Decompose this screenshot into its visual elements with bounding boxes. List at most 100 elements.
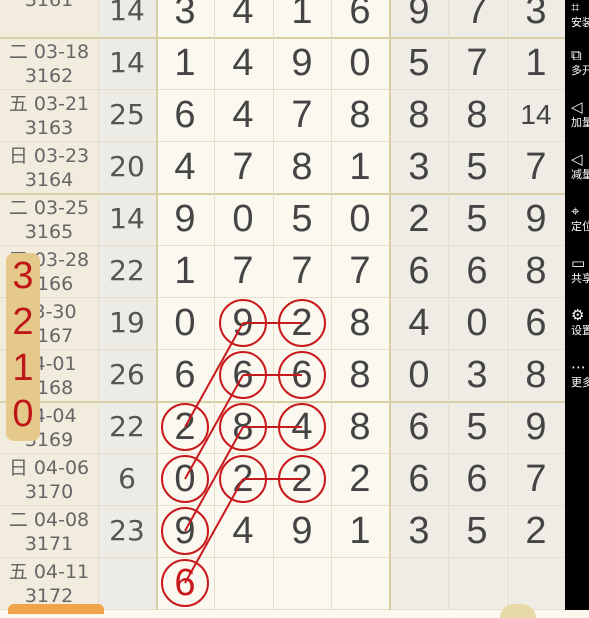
bottom-action-button[interactable]: [8, 604, 104, 614]
draw-sum: 14: [98, 193, 156, 245]
draw-digit: 0: [232, 198, 254, 240]
draw-issue: 3171: [24, 533, 74, 555]
draw-digit: 7: [291, 250, 313, 292]
draw-digit: 2: [291, 458, 313, 500]
draw-date-cell: 3161: [0, 0, 98, 37]
folder-icon: ▭: [571, 254, 586, 272]
stat-value: 2: [390, 193, 448, 245]
grid-row-line: [0, 505, 565, 506]
draw-sum: 26: [98, 349, 156, 401]
draw-digit: 7: [291, 94, 313, 136]
draw-date-cell: 日 03-23 3164: [0, 141, 98, 193]
draw-row[interactable]: 04-04 3169 22 2 8 4 8 6 5 9: [0, 401, 565, 453]
draw-sum: 6: [98, 453, 156, 505]
draw-issue: 3161: [24, 0, 74, 11]
draw-digit: [331, 557, 389, 609]
toolbar-item[interactable]: ◁ 减量: [571, 150, 589, 182]
draw-date: 日 03-23: [8, 145, 90, 167]
draw-row[interactable]: 二 03-25 3165 14 9 0 5 0 2 5 9: [0, 193, 565, 245]
grid-row-line: [0, 89, 565, 90]
draw-date-cell: 五 04-11 3172: [0, 557, 98, 609]
grid-row-line: [0, 401, 565, 403]
draw-digit: 0: [349, 198, 371, 240]
toolbar-item[interactable]: ⧉ 多开: [571, 46, 589, 78]
grid-col-line: [448, 0, 449, 610]
draw-row[interactable]: 日 04-06 3170 6 0 2 2 2 6 6 7: [0, 453, 565, 505]
draw-digit: 2: [291, 302, 313, 344]
draw-row[interactable]: 二 04-08 3171 23 9 4 9 1 3 5 2: [0, 505, 565, 557]
draw-row[interactable]: 04-01 3168 26 6 6 6 8 0 3 8: [0, 349, 565, 401]
bottom-round-button[interactable]: [500, 604, 536, 618]
draw-row[interactable]: 03-30 3167 19 0 9 2 8 4 0 6: [0, 297, 565, 349]
badge-digit: 1: [12, 347, 34, 389]
draw-digit: 9: [174, 510, 196, 552]
grid-row-line: [0, 193, 565, 195]
toolbar-item[interactable]: ⌖ 定位: [571, 202, 589, 234]
draw-digit: 2: [174, 406, 196, 448]
stat-value: 6: [507, 297, 565, 349]
volume-down-icon: ◁: [571, 150, 583, 168]
draw-sum: 14: [98, 37, 156, 89]
stat-value: 4: [390, 297, 448, 349]
draw-digit: 4: [174, 146, 196, 188]
draw-date-cell: 二 04-08 3171: [0, 505, 98, 557]
draw-digit: 0: [349, 42, 371, 84]
draw-digit: 1: [174, 42, 196, 84]
draw-digit: 6: [349, 0, 371, 32]
stat-value: 8: [448, 89, 506, 141]
draw-row[interactable]: 二 03-18 3162 14 1 4 9 0 5 7 1: [0, 37, 565, 89]
stat-value: 6: [390, 401, 448, 453]
stat-value: 6: [448, 453, 506, 505]
draw-row[interactable]: 五 03-28 3166 22 1 7 7 7 6 6 8: [0, 245, 565, 297]
draw-row[interactable]: 五 04-11 3172 6: [0, 557, 565, 609]
more-icon: ⋯: [571, 358, 586, 376]
draw-digit: 7: [232, 250, 254, 292]
draw-sum: 22: [98, 245, 156, 297]
grid-row-line: [0, 297, 565, 298]
stat-value: 6: [390, 453, 448, 505]
grid-col-line: [389, 0, 391, 610]
draw-date: 二 04-08: [8, 509, 90, 531]
draw-digit: 1: [349, 510, 371, 552]
draw-sum: 25: [98, 89, 156, 141]
draw-row[interactable]: 3161 14 3 4 1 6 9 7 3: [0, 0, 565, 37]
stat-value: 3: [448, 349, 506, 401]
toolbar-item-label: 设置: [571, 324, 589, 337]
draw-digit: 2: [232, 458, 254, 500]
draw-digit: 8: [232, 406, 254, 448]
volume-up-icon: ◁: [571, 98, 583, 116]
gear-icon: ⚙: [571, 306, 585, 324]
grid-row-line: [0, 557, 565, 558]
draw-digit: 8: [349, 406, 371, 448]
draw-digit: 6: [291, 354, 313, 396]
draw-row[interactable]: 五 03-21 3163 25 6 4 7 8 8 8 14: [0, 89, 565, 141]
draw-digit: 0: [174, 302, 196, 344]
draw-date: 五 03-21: [8, 93, 90, 115]
grid-row-line: [0, 37, 565, 39]
toolbar-item[interactable]: ⌗ 安装: [571, 0, 589, 30]
grid-col-line: [214, 0, 215, 610]
draw-row[interactable]: 日 03-23 3164 20 4 7 8 1 3 5 7: [0, 141, 565, 193]
stat-value: 8: [507, 349, 565, 401]
toolbar-item[interactable]: ⚙ 设置: [571, 306, 589, 338]
grid-row-line: [0, 141, 565, 142]
grid-col-line: [273, 0, 274, 610]
toolbar-item[interactable]: ◁ 加量: [571, 98, 589, 130]
toolbar-item[interactable]: ▭ 共享: [571, 254, 589, 286]
draw-digit: 4: [291, 406, 313, 448]
stat-value: 2: [507, 505, 565, 557]
draw-digit: 7: [349, 250, 371, 292]
draw-digit: 9: [291, 510, 313, 552]
grid-row-line: [0, 245, 565, 246]
toolbar-item[interactable]: ⋯ 更多: [571, 358, 589, 390]
draw-issue: 3164: [24, 169, 74, 191]
stat-value: 7: [448, 37, 506, 89]
draw-digit: 3: [174, 0, 196, 32]
toolbar-item-label: 减量: [571, 168, 589, 181]
draw-sum: 22: [98, 401, 156, 453]
draw-digit: 8: [349, 302, 371, 344]
draw-digit: 1: [174, 250, 196, 292]
stat-value: [507, 557, 565, 609]
draw-date: 二 03-18: [8, 41, 90, 63]
lottery-trend-board[interactable]: 3161 14 3 4 1 6 9 7 3 二 03-18 3162 14 1 4 9 0 5 7 1 五 03-21…: [0, 0, 565, 610]
